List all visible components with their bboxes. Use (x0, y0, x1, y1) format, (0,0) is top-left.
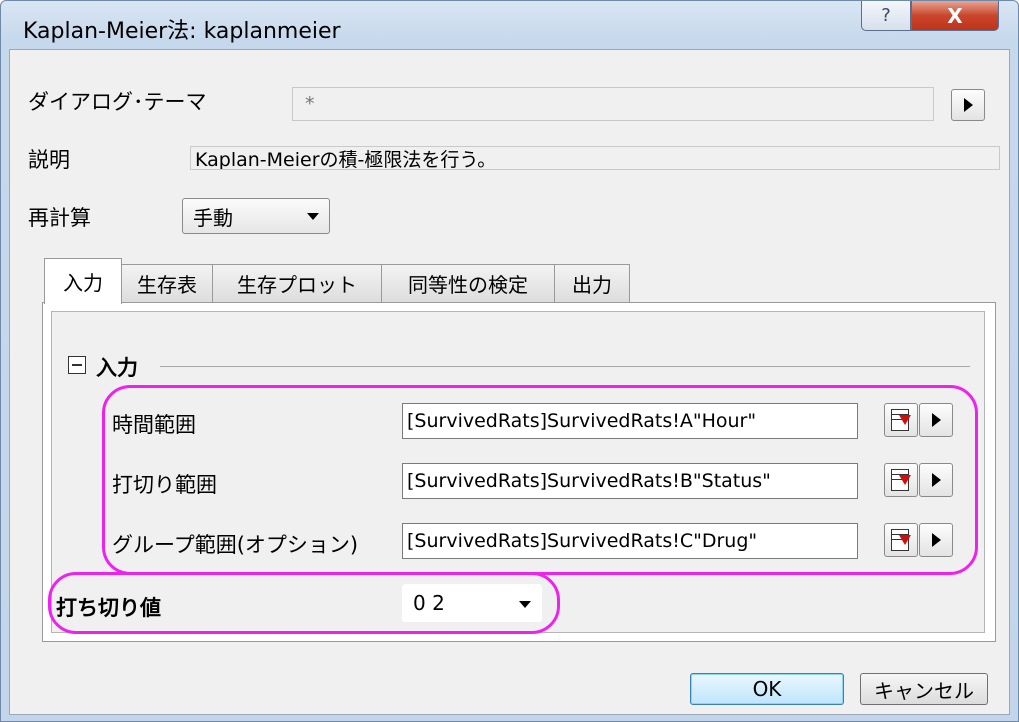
ok-button[interactable]: OK (690, 673, 844, 705)
play-arrow-icon (931, 473, 941, 487)
close-button[interactable]: X (911, 1, 999, 31)
censor-range-select-button[interactable] (884, 463, 918, 497)
title-bar[interactable]: Kaplan-Meier法: kaplanmeier ? X (1, 1, 1018, 49)
section-divider (160, 366, 970, 367)
group-range-select-button[interactable] (884, 523, 918, 557)
play-arrow-icon (963, 98, 973, 112)
time-range-select-button[interactable] (884, 403, 918, 437)
dialog-body: ダイアログ･テーマ * 説明 Kaplan-Meierの積-極限法を行う。 再計… (9, 49, 1010, 715)
window-title: Kaplan-Meier法: kaplanmeier (23, 19, 341, 44)
chevron-down-icon (307, 213, 319, 220)
play-arrow-icon (931, 533, 941, 547)
tab-survival-table[interactable]: 生存表 (121, 264, 213, 302)
cancel-button[interactable]: キャンセル (860, 673, 988, 705)
time-range-menu-button[interactable] (919, 403, 953, 437)
censor-range-menu-button[interactable] (919, 463, 953, 497)
help-button[interactable]: ? (861, 1, 911, 31)
chevron-down-icon (519, 601, 531, 608)
group-range-menu-button[interactable] (919, 523, 953, 557)
tab-equality-test[interactable]: 同等性の検定 (381, 264, 555, 302)
theme-menu-button[interactable] (951, 89, 985, 121)
tab-panel: 入力 時間範囲 [SurvivedRats]SurvivedRats!A"Hou… (42, 302, 996, 642)
time-range-input[interactable]: [SurvivedRats]SurvivedRats!A"Hour" (402, 403, 858, 439)
collapse-icon[interactable] (68, 356, 86, 374)
input-section-heading: 入力 (96, 356, 138, 380)
input-group: 入力 時間範囲 [SurvivedRats]SurvivedRats!A"Hou… (48, 311, 985, 634)
recalc-value: 手動 (193, 205, 233, 230)
recalc-label: 再計算 (28, 206, 91, 230)
group-range-input[interactable]: [SurvivedRats]SurvivedRats!C"Drug" (402, 523, 858, 559)
tab-output[interactable]: 出力 (554, 264, 630, 302)
censor-value: 0 2 (413, 591, 445, 615)
description-field: Kaplan-Meierの積-極限法を行う。 (190, 146, 1000, 170)
description-label: 説明 (28, 148, 70, 172)
censor-range-label: 打切り範囲 (112, 473, 217, 497)
group-range-label: グループ範囲(オプション) (112, 533, 359, 557)
dialog-window: Kaplan-Meier法: kaplanmeier ? X ダイアログ･テーマ… (0, 0, 1019, 722)
censor-value-label: 打ち切り値 (56, 596, 161, 620)
tab-input[interactable]: 入力 (44, 258, 122, 304)
tab-survival-plot[interactable]: 生存プロット (212, 264, 382, 302)
censor-value-dropdown[interactable]: 0 2 (402, 584, 542, 622)
censor-range-input[interactable]: [SurvivedRats]SurvivedRats!B"Status" (402, 463, 858, 499)
theme-label: ダイアログ･テーマ (28, 90, 207, 114)
theme-field[interactable]: * (292, 87, 934, 121)
time-range-label: 時間範囲 (112, 413, 196, 437)
close-icon: X (947, 3, 963, 28)
recalc-dropdown[interactable]: 手動 (182, 198, 330, 234)
play-arrow-icon (931, 413, 941, 427)
help-icon: ? (881, 5, 891, 26)
